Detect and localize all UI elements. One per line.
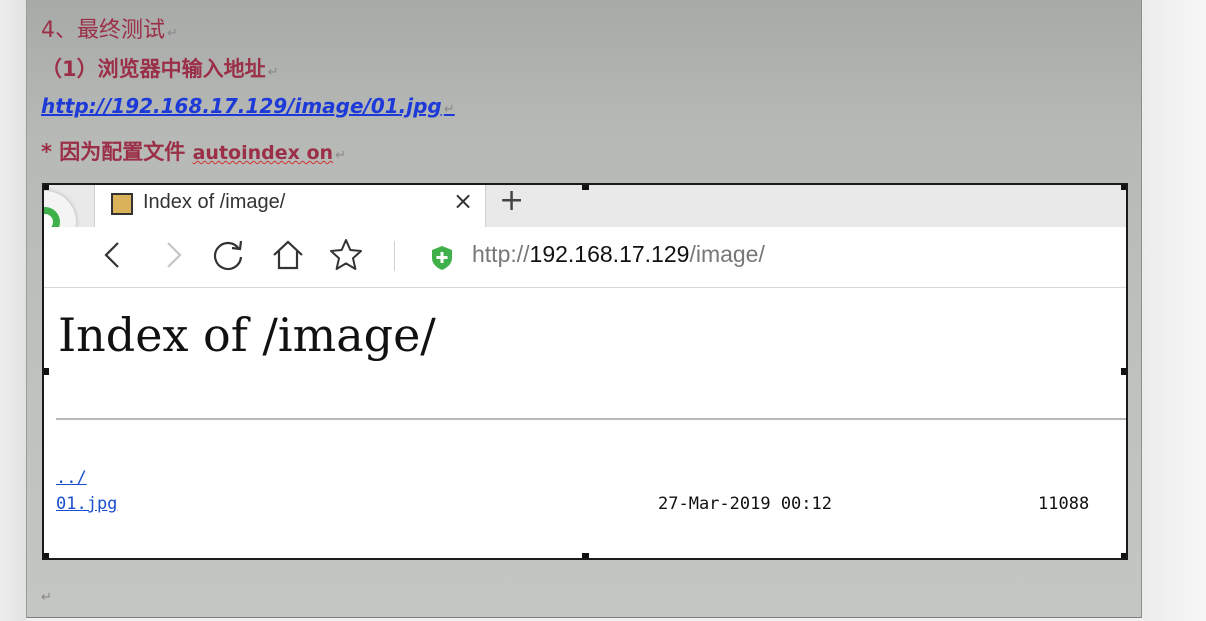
toolbar-separator xyxy=(394,241,395,271)
file-size: 11088 xyxy=(1038,494,1090,514)
home-icon[interactable] xyxy=(270,237,306,273)
step-heading-text: （1）浏览器中输入地址 xyxy=(41,57,266,81)
config-directive: autoindex on xyxy=(192,142,334,164)
page-content: Index of /image/ ../ 01.jpg 27-Mar-2019 … xyxy=(44,288,1126,558)
favicon-icon xyxy=(111,193,133,215)
section-heading: 4、最终测试 ↵ xyxy=(41,12,178,44)
right-margin xyxy=(1142,0,1206,621)
star-icon[interactable] xyxy=(328,237,364,273)
url-line: http://192.168.17.129/image/01.jpg ↵ xyxy=(41,94,455,118)
paragraph-mark: ↵ xyxy=(335,148,346,163)
resize-handle[interactable] xyxy=(1121,185,1126,190)
paragraph-mark: ↵ xyxy=(443,102,455,117)
paragraph-mark-end: ↵ xyxy=(41,590,52,605)
paragraph-mark: ↵ xyxy=(267,65,279,80)
forward-icon[interactable] xyxy=(158,237,188,273)
shield-icon[interactable] xyxy=(430,245,454,271)
browser-tab[interactable]: Index of /image/ × xyxy=(94,185,486,227)
url-host: 192.168.17.129 xyxy=(529,241,690,267)
divider xyxy=(56,418,1126,420)
reload-icon[interactable] xyxy=(210,237,246,273)
tab-title: Index of /image/ xyxy=(143,191,286,213)
resize-handle[interactable] xyxy=(44,553,49,558)
resize-handle[interactable] xyxy=(1121,553,1126,558)
url-path: /image/ xyxy=(689,241,765,267)
image-url-link[interactable]: http://192.168.17.129/image/01.jpg xyxy=(41,94,442,118)
resize-handle[interactable] xyxy=(582,553,589,558)
resize-handle[interactable] xyxy=(582,185,589,190)
new-tab-icon[interactable]: + xyxy=(499,185,524,218)
paragraph-mark: ↵ xyxy=(167,26,178,41)
browser-screenshot: Index of /image/ × + http://192.168.17.1… xyxy=(42,183,1128,560)
step-heading: （1）浏览器中输入地址 ↵ xyxy=(41,53,279,83)
note-prefix: * 因为配置文件 xyxy=(41,140,193,164)
resize-handle[interactable] xyxy=(44,185,49,190)
address-bar[interactable]: http://192.168.17.129/image/ xyxy=(472,241,765,268)
back-icon[interactable] xyxy=(98,237,128,273)
parent-dir-link[interactable]: ../ xyxy=(56,468,87,488)
section-heading-text: 4、最终测试 xyxy=(41,18,165,43)
tab-bar: Index of /image/ × + xyxy=(44,185,1126,228)
note-line: * 因为配置文件 autoindex on ↵ xyxy=(41,136,346,166)
url-scheme: http:// xyxy=(472,241,530,267)
page-title: Index of /image/ xyxy=(58,308,436,362)
close-icon[interactable]: × xyxy=(453,187,473,215)
file-link[interactable]: 01.jpg xyxy=(56,494,117,514)
file-date: 27-Mar-2019 00:12 xyxy=(658,494,832,514)
resize-handle[interactable] xyxy=(1121,368,1126,375)
nav-bar: http://192.168.17.129/image/ xyxy=(44,227,1126,288)
left-margin xyxy=(0,0,26,621)
resize-handle[interactable] xyxy=(44,368,49,375)
